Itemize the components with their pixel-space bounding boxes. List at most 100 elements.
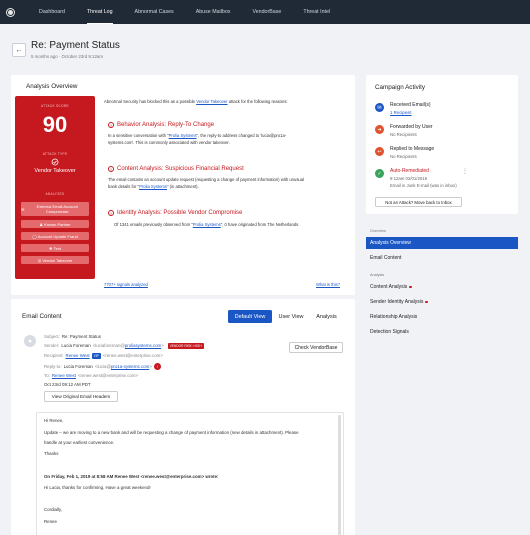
vendor-takeover-icon	[51, 158, 59, 166]
reply-to-section-title: ! Behavior Analysis: Reply-To Change	[108, 122, 214, 128]
what-is-this-link[interactable]: What is this?	[316, 282, 340, 289]
analyzed-account-update-fraud[interactable]: ◯ Account Update Fraud	[21, 232, 89, 240]
vendor-risk-badge: VENDOR RISK: HIGH	[167, 343, 204, 349]
alert-dot-icon	[425, 300, 428, 304]
received-title: Received Email(s)	[390, 102, 431, 108]
body-line-update: Update – we are moving to a new bank and…	[44, 430, 299, 435]
email-content-title: Email Content	[22, 313, 62, 320]
sender-domain-link[interactable]: proliasystems.com	[125, 343, 161, 348]
email-date: Oct 23rd 09:12 AM PDT	[44, 382, 91, 387]
reply-to-line-1: In a sensitive conversation with "Prolia…	[108, 133, 287, 138]
back-button[interactable]: ←	[12, 43, 26, 57]
avatar: ●	[24, 335, 36, 347]
prolia-link-2[interactable]: Prolia Systems	[139, 184, 167, 189]
campaign-activity-title: Campaign Activity	[375, 84, 426, 91]
alert-icon: !	[153, 363, 161, 370]
replyto-domain-link[interactable]: pro1a-systems.com	[111, 364, 149, 369]
sidebar-item-relationship[interactable]: Relationship Analysis	[370, 314, 417, 320]
check-vendorbase-button[interactable]: Check VendorBase	[289, 342, 343, 353]
attack-type-label: ATTACK TYPE	[42, 152, 68, 156]
reply-to-line-2: systems.com'. This is commonly associate…	[108, 140, 230, 145]
forwarded-sub: No Recipients	[390, 132, 417, 137]
analysis-intro: Abnormal Security has blocked this as a …	[104, 99, 288, 104]
analyzed-label: ANALYZED	[45, 192, 65, 196]
body-signature: Renee	[44, 519, 57, 524]
recipient-link[interactable]: Renee West	[66, 353, 90, 358]
reply-icon: ↩	[375, 147, 384, 156]
prolia-link-1[interactable]: Prolia Systems	[169, 133, 197, 138]
analysis-overview-title: Analysis Overview	[26, 83, 78, 90]
page-subtitle: 5 months ago · October 23rd 9:12am	[31, 54, 103, 59]
page-title: Re: Payment Status	[31, 40, 120, 51]
attack-score: 90	[42, 112, 68, 137]
sidebar-overview-label: Overview	[370, 229, 386, 233]
sidebar-item-analysis-overview[interactable]: Analysis Overview	[370, 240, 411, 246]
analyzed-known-partner[interactable]: ♟ Known Partner	[21, 220, 89, 228]
forwarded-title: Forwarded by User	[390, 124, 433, 130]
remediated-location: Email in Junk E-mail (was in inbox)	[390, 183, 457, 188]
nav-threat-log[interactable]: Threat Log	[86, 0, 113, 24]
nav-abnormal-cases[interactable]: Abnormal Cases	[135, 0, 174, 24]
remediated-time: 9:12am 02/01/2019	[390, 176, 428, 181]
body-greeting: Hi Renee,	[44, 418, 64, 423]
financial-line-2: bank details for "Prolia Systems" (in at…	[108, 184, 199, 189]
attack-type: Vendor Takeover	[34, 168, 76, 174]
body-thanks: Thanks	[44, 451, 59, 456]
sidebar-analysis-label: Analysis	[370, 273, 385, 277]
signals-analyzed-link[interactable]: 7707+ signals analyzed	[104, 282, 148, 289]
body-quote-text: Hi Lucia, thanks for confirming. Have a …	[44, 485, 151, 490]
subject-line: Subject: Re: Payment Status	[44, 334, 101, 339]
nav-threat-intel[interactable]: Threat Intel	[303, 0, 330, 24]
received-recipients-link[interactable]: 1 Recipient	[390, 110, 412, 115]
vip-badge: VIP	[91, 353, 101, 359]
auto-remediated-title: Auto-Remediated	[390, 168, 429, 174]
check-icon: ✓	[375, 169, 384, 178]
prolia-link-3[interactable]: Prolia Systems	[193, 222, 221, 227]
sidebar-item-content-analysis[interactable]: Content Analysis	[370, 284, 412, 290]
to-link[interactable]: Renee West	[52, 373, 76, 378]
identity-line-1: Of 1341 emails previously observed from …	[114, 222, 300, 227]
body-line-handle: handle at your earliest convenience.	[44, 440, 115, 445]
warning-icon: !	[108, 166, 114, 172]
user-icon: ●	[27, 337, 33, 345]
tab-default-view[interactable]: Default View	[228, 310, 272, 323]
more-icon[interactable]: ⋮	[462, 168, 468, 175]
attack-score-label: ATTACK SCORE	[41, 104, 69, 108]
sidebar-item-detection-signals[interactable]: Detection Signals	[370, 329, 409, 335]
received-icon: ✉	[375, 103, 384, 112]
sender-line: Sender: Lucia Foreman <luciaforeman@prolia…	[44, 343, 204, 349]
reply-to-line: Reply-to: Lucia Foreman <lucia@pro1a-syste…	[44, 363, 161, 370]
nav-abuse-mailbox[interactable]: Abuse Mailbox	[196, 0, 231, 24]
analyzed-external-compromise[interactable]: ✉ External Email Account Compromise	[21, 202, 89, 216]
to-line: To: Renee West <renee.west@enterprise.com>	[44, 373, 139, 378]
body-quote-header: On Friday, Feb 1, 2019 at 8:58 AM Renee …	[44, 474, 219, 479]
analyzed-text[interactable]: ❖ Text	[21, 244, 89, 252]
not-attack-button[interactable]: Not an Attack? Move back to Inbox	[375, 197, 462, 207]
identity-section-title: ! Identity Analysis: Possible Vendor Comp…	[108, 210, 242, 216]
logo-icon[interactable]	[0, 0, 20, 24]
attack-score-panel: ATTACK SCORE 90 ATTACK TYPE Vendor Takeo…	[15, 96, 95, 279]
view-headers-button[interactable]: View Original Email Headers	[44, 391, 118, 402]
forwarded-icon: ➜	[375, 125, 384, 134]
nav-dashboard[interactable]: Dashboard	[39, 0, 65, 24]
campaign-activity-card	[366, 75, 518, 214]
replied-title: Replied to Message	[390, 146, 435, 152]
body-cordially: Cordially,	[44, 507, 62, 512]
sidebar-item-sender-identity[interactable]: Sender Identity Analysis	[370, 299, 428, 305]
financial-line-1: The email contains an account update req…	[108, 177, 305, 182]
tab-analysis[interactable]: Analysis	[310, 310, 343, 323]
vendor-takeover-link[interactable]: Vendor Takeover	[196, 99, 227, 104]
analyzed-vendor-takeover[interactable]: ◎ Vendor Takeover	[21, 256, 89, 264]
sidebar-item-email-content[interactable]: Email Content	[370, 255, 401, 261]
warning-icon: !	[108, 122, 114, 128]
replied-sub: No Recipients	[390, 154, 417, 159]
top-nav: Dashboard Threat Log Abnormal Cases Abus…	[0, 0, 530, 24]
email-body-scrollbar[interactable]	[338, 415, 341, 535]
alert-dot-icon	[409, 285, 412, 289]
nav-vendorbase[interactable]: VendorBase	[252, 0, 281, 24]
recipient-line: Recipient: Renee West VIP <renee.west@enter…	[44, 353, 163, 359]
warning-icon: !	[108, 210, 114, 216]
financial-section-title: ! Content Analysis: Suspicious Financial …	[108, 166, 244, 172]
tab-user-view[interactable]: User View	[272, 310, 310, 323]
arrow-left-icon: ←	[15, 46, 23, 54]
